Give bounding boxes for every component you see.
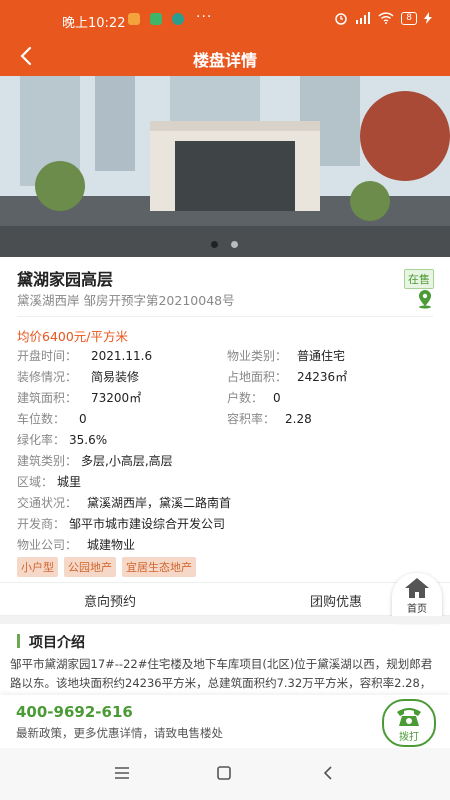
home-label: 首页 [407,604,427,615]
label: 建筑面积： [17,391,78,405]
action-bar: 意向预约 团购优惠 [0,582,450,616]
carousel-dot-active[interactable] [211,241,218,248]
sale-status-badge: 在售 [404,269,434,289]
detail-developer: 开发商： 邹平市城市建设综合开发公司 [17,515,225,532]
label: 开盘时间： [17,349,78,363]
detail-households: 户数： 0 [227,389,281,406]
value: 0 [273,391,281,405]
call-button[interactable]: 拨打 [382,699,436,747]
wifi-icon [378,12,394,24]
divider [17,316,433,317]
carousel-dot[interactable] [231,241,238,248]
value: 黛溪湖西岸，黛溪二路南首 [87,496,232,510]
value: 邹平市城市建设综合开发公司 [69,517,226,531]
section-separator [0,616,450,624]
status-time: 晚上10:22 [62,16,126,31]
telephone-icon [397,708,421,726]
average-price: 均价6400元/平方米 [17,329,129,344]
label: 物业公司： [17,538,78,552]
status-bar: 晚上10:22 ··· 8 [0,0,450,38]
header: 楼盘详情 [0,38,450,76]
detail-traffic: 交通状况： 黛溪湖西岸，黛溪二路南首 [17,494,231,511]
label: 建筑类别： [17,454,78,468]
battery-icon: 8 [401,11,417,25]
label: 装修情况： [17,370,78,384]
value: 普通住宅 [297,349,346,363]
intro-title: 项目介绍 [29,635,85,651]
hotline-number[interactable]: 400-9692-616 [16,703,133,721]
reserve-button[interactable]: 意向预约 [84,591,136,610]
value: 0 [79,412,87,426]
value: 24236㎡ [297,370,348,384]
page-title: 楼盘详情 [192,51,257,70]
tag: 小户型 [17,557,58,577]
label: 绿化率： [17,433,66,447]
label: 区域： [17,475,54,489]
tag: 公园地产 [64,557,116,577]
intro-text: 邹平市黛湖家园17#--22#住宅楼及地下车库项目(北区)位于黛溪湖以西，规划郎… [10,657,433,690]
charging-icon [424,12,432,24]
home-button[interactable]: 首页 [392,573,442,621]
detail-decoration: 装修情况： 简易装修 [17,368,139,385]
hotline-subtitle: 最新政策，更多优惠详情，请致电售楼处 [16,726,223,740]
detail-district: 区域： 城里 [17,473,81,490]
value: 2021.11.6 [91,349,153,363]
label: 开发商： [17,517,66,531]
notification-app-icon [150,13,162,25]
value: 73200㎡ [91,391,142,405]
more-notifications-icon: ··· [196,9,213,25]
label: 占地面积： [227,370,288,384]
label: 交通状况： [17,496,78,510]
label: 车位数： [17,412,66,426]
call-button-label: 拨打 [399,732,419,743]
tag: 宜居生态地产 [122,557,196,577]
detail-property-type: 物业类别： 普通住宅 [227,347,345,364]
section-marker [17,634,20,648]
call-panel: 400-9692-616 最新政策，更多优惠详情，请致电售楼处 拨打 [0,695,450,748]
label: 户数： [227,391,264,405]
notification-app-icon [128,13,140,25]
status-indicators: 8 [334,11,432,25]
system-nav-bar [0,748,450,800]
property-photo[interactable] [0,76,450,257]
detail-open-time: 开盘时间： 2021.11.6 [17,347,152,364]
signal-icon [356,12,371,24]
detail-green-rate: 绿化率： 35.6% [17,431,107,448]
address-permit: 黛溪湖西岸 邹房开预字第20210048号 [17,293,235,308]
label: 容积率： [227,412,276,426]
shield-icon [172,13,184,25]
label: 物业类别： [227,349,288,363]
value: 35.6% [69,433,108,447]
detail-build-area: 建筑面积： 73200㎡ [17,389,141,406]
menu-icon[interactable] [114,766,130,780]
feature-tags: 小户型 公园地产 宜居生态地产 [17,557,196,577]
detail-parking: 车位数： 0 [17,410,87,427]
value: 多层,小高层,高层 [81,454,173,468]
detail-build-type: 建筑类别： 多层,小高层,高层 [17,452,173,469]
value: 简易装修 [91,370,140,384]
value: 城里 [57,475,82,489]
back-triangle-icon[interactable] [322,766,334,780]
value: 城建物业 [87,538,136,552]
location-pin-icon[interactable] [416,289,434,309]
value: 2.28 [285,412,312,426]
home-square-icon[interactable] [217,766,231,780]
property-name: 黛湖家园高层 [17,270,114,289]
detail-plot-ratio: 容积率： 2.28 [227,410,312,427]
group-buy-button[interactable]: 团购优惠 [310,591,362,610]
home-icon [405,578,429,598]
alarm-icon [335,13,348,25]
detail-land-area: 占地面积： 24236㎡ [227,368,347,385]
detail-property-company: 物业公司： 城建物业 [17,536,135,553]
